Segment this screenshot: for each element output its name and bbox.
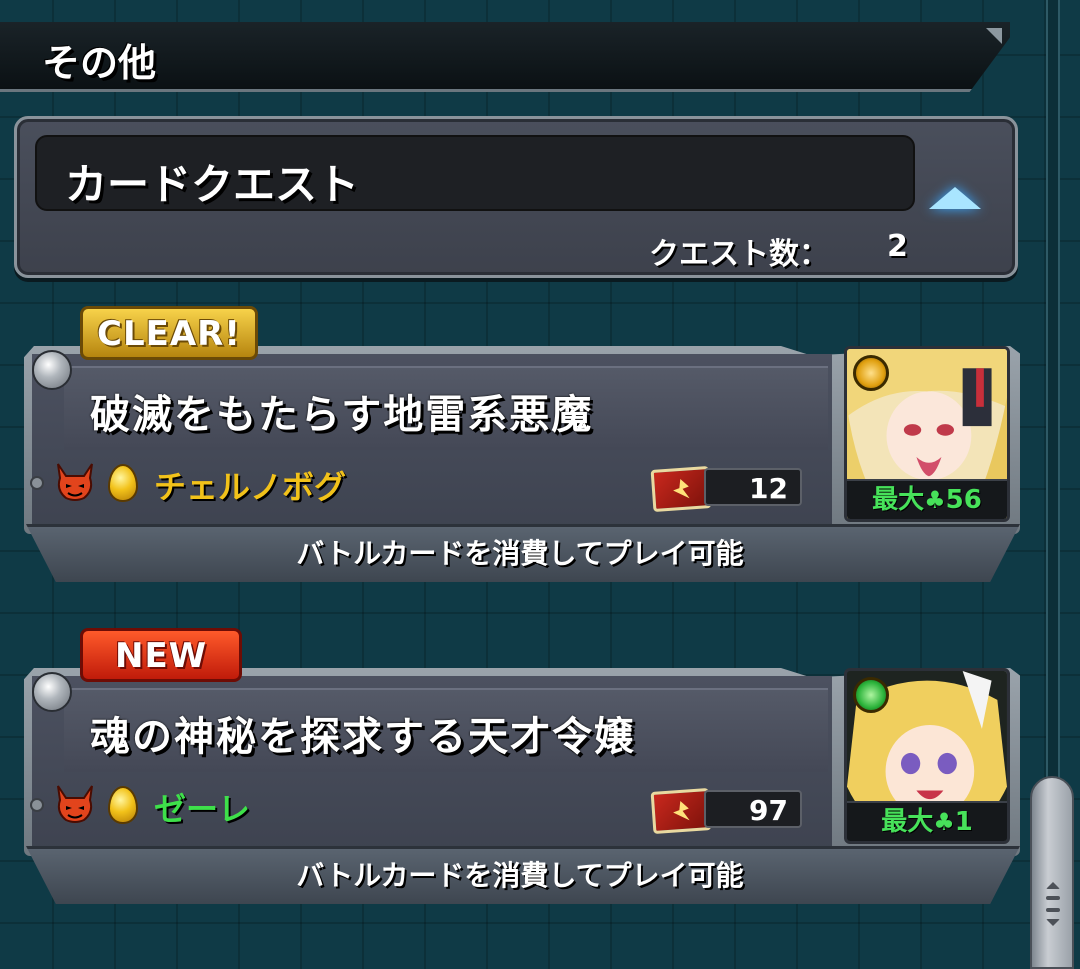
- max-luck-caption: 最大♣56: [847, 479, 1007, 519]
- quest-title: 魂の神秘を探求する天才令嬢: [90, 714, 636, 760]
- max-label: 最大: [872, 485, 925, 515]
- quest-title: 破滅をもたらす地雷系悪魔: [90, 392, 594, 438]
- pin-icon: [32, 672, 72, 712]
- max-value: 1: [954, 807, 973, 837]
- clear-badge: CLEAR!: [80, 306, 258, 360]
- card-quest-title: カードクエスト: [65, 160, 360, 209]
- quest-count-value: 2: [887, 229, 908, 264]
- boss-name: チェルノボグ: [154, 468, 347, 506]
- devil-icon: [57, 463, 93, 501]
- max-label: 最大: [881, 807, 934, 837]
- boss-name: ゼーレ: [154, 790, 251, 828]
- scrollbar-thumb[interactable]: [1030, 776, 1074, 969]
- screw-icon: [30, 476, 44, 490]
- quest-card[interactable]: 魂の神秘を探求する天才令嬢 NEW ゼーレ 97 最大♣1 バトルカードを消費し…: [18, 628, 1022, 904]
- clover-icon: ♣: [924, 486, 946, 514]
- battle-card-icon: [650, 788, 712, 834]
- screw-icon: [30, 798, 44, 812]
- attribute-icon: [853, 677, 889, 713]
- clover-icon: ♣: [933, 808, 955, 836]
- quest-footer-text: バトルカードを消費してプレイ可能: [296, 537, 744, 570]
- collapse-arrow-icon[interactable]: [929, 187, 981, 209]
- section-title: その他: [42, 41, 157, 85]
- egg-icon: [108, 464, 138, 502]
- battle-card-icon: [650, 466, 712, 512]
- battle-card-count-box: 12: [704, 468, 802, 506]
- max-value: 56: [945, 485, 982, 515]
- pin-icon: [32, 350, 72, 390]
- card-quest-titlebar: カードクエスト: [35, 135, 915, 211]
- quest-count-label: クエスト数：: [649, 237, 829, 272]
- monster-portrait[interactable]: 最大♣56: [844, 346, 1010, 522]
- section-header: その他: [0, 22, 1010, 92]
- card-quest-panel[interactable]: カードクエスト クエスト数： 2: [14, 116, 1018, 278]
- attribute-icon: [853, 355, 889, 391]
- battle-card-count: 97: [749, 794, 788, 827]
- monster-portrait[interactable]: 最大♣1: [844, 668, 1010, 844]
- egg-icon: [108, 786, 138, 824]
- devil-icon: [57, 785, 93, 823]
- quest-card[interactable]: 破滅をもたらす地雷系悪魔 CLEAR! チェルノボグ 12 最大♣56 バトルカ…: [18, 306, 1022, 582]
- battle-card-count: 12: [749, 472, 788, 505]
- quest-footer-text: バトルカードを消費してプレイ可能: [296, 859, 744, 892]
- new-badge: NEW: [80, 628, 243, 682]
- battle-card-count-box: 97: [704, 790, 802, 828]
- scroll-grip-icon: [1045, 882, 1061, 926]
- max-luck-caption: 最大♣1: [847, 801, 1007, 841]
